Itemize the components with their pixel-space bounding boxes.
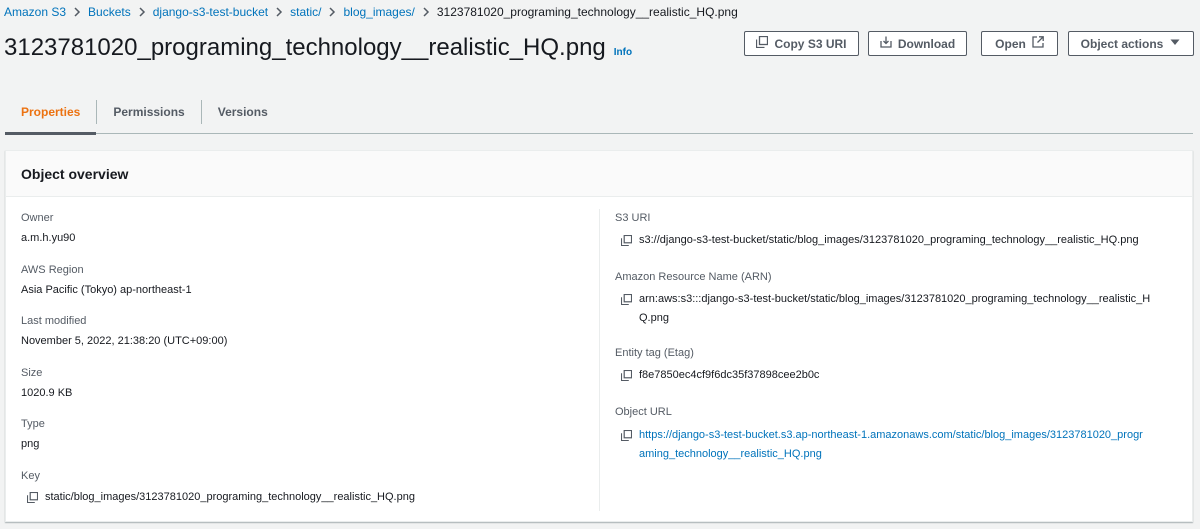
breadcrumb-current: 3123781020_programing_technology__realis… — [436, 5, 738, 19]
download-label: Download — [897, 36, 956, 51]
panel-title: Object overview — [21, 165, 129, 182]
open-label: Open — [995, 36, 1026, 51]
column-divider — [599, 209, 600, 511]
arn-value: arn:aws:s3:::django-s3-test-bucket/stati… — [639, 290, 1150, 328]
chevron-right-icon — [415, 7, 437, 17]
open-button[interactable]: Open — [981, 31, 1058, 56]
download-button[interactable]: Download — [868, 31, 967, 56]
s3-uri-copy: s3://django-s3-test-bucket/static/blog_i… — [621, 231, 1139, 250]
region-label: AWS Region — [21, 264, 84, 276]
object-url-line-1: https://django-s3-test-bucket.s3.ap-nort… — [639, 429, 1143, 441]
download-icon — [880, 36, 892, 51]
key-label: Key — [21, 470, 40, 482]
owner-value: a.m.h.yu90 — [21, 232, 76, 244]
key-copy: static/blog_images/3123781020_programing… — [27, 488, 415, 507]
object-url-link[interactable]: https://django-s3-test-bucket.s3.ap-nort… — [639, 426, 1143, 464]
chevron-right-icon — [131, 7, 153, 17]
caret-down-icon — [1169, 36, 1181, 51]
last-modified-value: November 5, 2022, 21:38:20 (UTC+09:00) — [21, 335, 228, 347]
owner-label: Owner — [21, 212, 54, 224]
object-actions-button[interactable]: Object actions — [1068, 31, 1194, 56]
region-value: Asia Pacific (Tokyo) ap-northeast-1 — [21, 284, 192, 296]
type-label: Type — [21, 418, 45, 430]
breadcrumb-blog-images[interactable]: blog_images/ — [343, 5, 414, 19]
arn-value-line-1: arn:aws:s3:::django-s3-test-bucket/stati… — [639, 293, 1151, 305]
breadcrumb-buckets[interactable]: Buckets — [88, 5, 131, 19]
object-url-label: Object URL — [615, 406, 672, 418]
copy-s3-uri-button[interactable]: Copy S3 URI — [744, 31, 859, 56]
tab-versions[interactable]: Versions — [202, 90, 284, 134]
copy-icon[interactable] — [27, 488, 40, 507]
page-title: 3123781020_programing_technology__realis… — [4, 34, 606, 61]
chevron-right-icon — [268, 7, 290, 17]
s3-uri-value: s3://django-s3-test-bucket/static/blog_i… — [639, 234, 1139, 246]
size-value: 1020.9 KB — [21, 387, 73, 399]
panel-header: Object overview — [6, 151, 1192, 197]
external-link-icon — [1032, 36, 1044, 51]
type-value: png — [21, 438, 40, 450]
breadcrumb: Amazon S3 Buckets django-s3-test-bucket … — [4, 4, 738, 20]
object-url-copy: https://django-s3-test-bucket.s3.ap-nort… — [621, 426, 1143, 464]
chevron-right-icon — [66, 7, 88, 17]
chevron-right-icon — [321, 7, 343, 17]
object-actions-label: Object actions — [1080, 36, 1164, 51]
s3-uri-label: S3 URI — [615, 212, 651, 224]
object-overview-panel: Object overview Owner a.m.h.yu90 AWS Reg… — [5, 150, 1193, 522]
etag-label: Entity tag (Etag) — [615, 347, 694, 359]
object-url-line-2: aming_technology__realistic_HQ.png — [639, 448, 822, 460]
tab-bar: Properties Permissions Versions — [5, 90, 1193, 135]
etag-copy: f8e7850ec4cf9f6dc35f37898cee2b0c — [621, 366, 819, 385]
arn-label: Amazon Resource Name (ARN) — [615, 271, 772, 283]
copy-icon[interactable] — [621, 290, 634, 309]
copy-s3-uri-label: Copy S3 URI — [774, 36, 847, 51]
size-label: Size — [21, 367, 43, 379]
copy-icon[interactable] — [621, 426, 634, 445]
breadcrumb-static[interactable]: static/ — [290, 5, 321, 19]
info-link[interactable]: Info — [614, 47, 632, 58]
breadcrumb-amazon-s3[interactable]: Amazon S3 — [4, 5, 66, 19]
copy-icon[interactable] — [621, 366, 634, 385]
etag-value: f8e7850ec4cf9f6dc35f37898cee2b0c — [639, 369, 820, 381]
copy-icon[interactable] — [621, 231, 634, 250]
page-header: 3123781020_programing_technology__realis… — [4, 34, 632, 62]
tab-permissions[interactable]: Permissions — [97, 90, 200, 134]
arn-value-line-2: Q.png — [639, 312, 669, 324]
copy-icon — [756, 35, 769, 51]
last-modified-label: Last modified — [21, 315, 87, 327]
tab-properties[interactable]: Properties — [5, 90, 97, 135]
key-value: static/blog_images/3123781020_programing… — [45, 491, 415, 503]
breadcrumb-bucket[interactable]: django-s3-test-bucket — [153, 5, 268, 19]
arn-copy: arn:aws:s3:::django-s3-test-bucket/stati… — [621, 290, 1150, 328]
